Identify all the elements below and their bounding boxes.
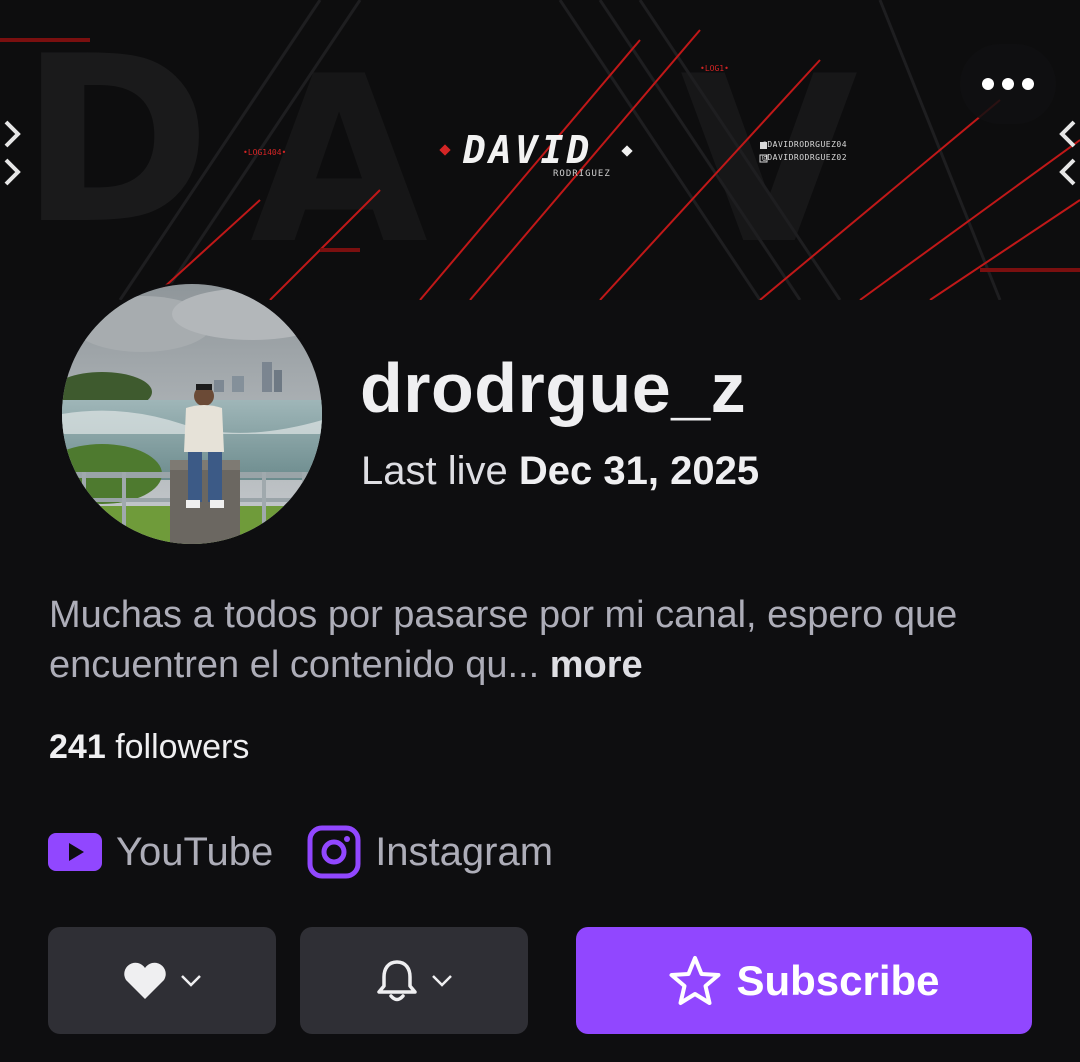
banner-instagram-handle: @DAVIDRODRGUEZ02 (762, 153, 848, 162)
youtube-link[interactable]: YouTube (48, 830, 273, 875)
bio-text: Muchas a todos por pasarse por mi canal,… (49, 594, 958, 686)
banner-twitter-handle: @DAVIDRODRGUEZ04 (762, 140, 848, 149)
bio-more-link[interactable]: more (550, 644, 643, 686)
banner-tag-top: •LOG1• (700, 64, 729, 73)
ellipsis-icon (982, 78, 994, 90)
instagram-link-label: Instagram (375, 829, 554, 874)
subscribe-button[interactable]: Subscribe (576, 927, 1032, 1034)
followers-number: 241 (49, 728, 106, 766)
svg-text:A: A (250, 28, 428, 295)
channel-username: drodrgue_z (360, 349, 747, 427)
notifications-button[interactable] (300, 927, 528, 1034)
channel-bio: Muchas a todos por pasarse por mi canal,… (49, 590, 1039, 690)
banner-subtitle: RODRIGUEZ (553, 169, 611, 179)
last-live-label: Last live (361, 449, 508, 493)
avatar-photo (62, 284, 322, 544)
subscribe-label: Subscribe (736, 956, 940, 1004)
chevron-down-icon (181, 974, 201, 987)
heart-icon (124, 962, 166, 999)
avatar[interactable] (60, 282, 324, 546)
followers-label: followers (115, 728, 250, 766)
follow-button[interactable] (48, 927, 276, 1034)
more-options-button[interactable] (960, 44, 1056, 124)
instagram-icon (307, 825, 361, 879)
last-live-date: Dec 31, 2025 (518, 449, 760, 493)
instagram-link[interactable]: Instagram (307, 825, 553, 879)
banner-title: DAVID (463, 128, 593, 172)
bell-icon (377, 959, 417, 1001)
star-icon (669, 955, 721, 1005)
svg-text:D: D (20, 8, 211, 275)
banner-tag-left: •LOG1404• (243, 148, 287, 157)
channel-banner: D A V DAVID RODRIGUEZ @DAVIDRODRGUEZ04 @… (0, 0, 1080, 300)
youtube-icon (48, 833, 102, 871)
youtube-link-label: YouTube (116, 829, 274, 874)
followers-count: 241 followers (49, 728, 249, 767)
chevron-down-icon (432, 974, 452, 987)
last-live: Last live Dec 31, 2025 (361, 449, 759, 494)
social-links: YouTube Instagram (48, 822, 587, 882)
